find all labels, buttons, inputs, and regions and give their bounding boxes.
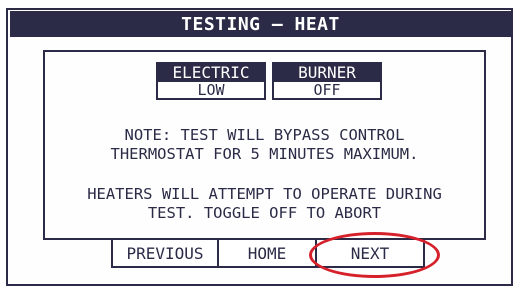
electric-status: ELECTRIC LOW: [156, 62, 266, 100]
heaters-message: HEATERS WILL ATTEMPT TO OPERATE DURING T…: [43, 185, 486, 223]
electric-value-toggle[interactable]: LOW: [156, 81, 266, 100]
heaters-line-1: HEATERS WILL ATTEMPT TO OPERATE DURING: [87, 185, 442, 203]
next-button[interactable]: NEXT: [315, 240, 425, 268]
note-line-1: NOTE: TEST WILL BYPASS CONTROL: [124, 126, 405, 144]
home-button[interactable]: HOME: [217, 240, 317, 268]
electric-label: ELECTRIC: [156, 62, 266, 82]
burner-label: BURNER: [272, 62, 382, 82]
note-message: NOTE: TEST WILL BYPASS CONTROL THERMOSTA…: [43, 126, 486, 164]
heaters-line-2: TEST. TOGGLE OFF TO ABORT: [147, 204, 382, 222]
note-line-2: THERMOSTAT FOR 5 MINUTES MAXIMUM.: [110, 145, 419, 163]
page-title: TESTING – HEAT: [10, 11, 511, 37]
burner-status: BURNER OFF: [272, 62, 382, 100]
burner-value-toggle[interactable]: OFF: [272, 81, 382, 100]
previous-button[interactable]: PREVIOUS: [111, 240, 219, 268]
